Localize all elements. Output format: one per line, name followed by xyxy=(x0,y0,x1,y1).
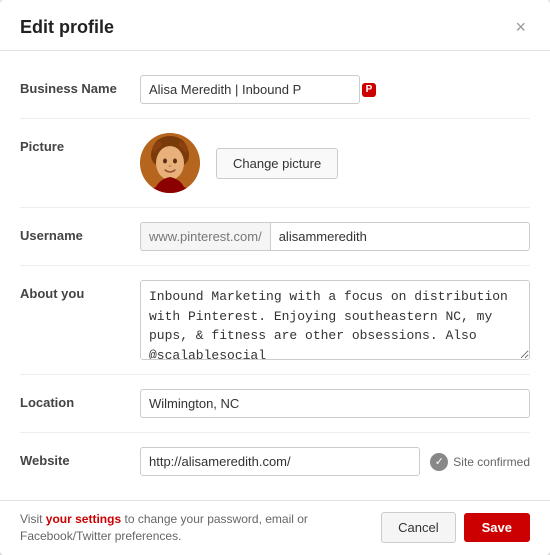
location-input[interactable] xyxy=(140,389,530,418)
site-confirmed: ✓ Site confirmed xyxy=(430,453,530,471)
website-wrap: ✓ Site confirmed xyxy=(140,447,530,476)
username-prefix: www.pinterest.com/ xyxy=(140,222,270,251)
picture-wrap: Change picture xyxy=(140,133,338,193)
modal-footer: Visit your settings to change your passw… xyxy=(0,500,550,555)
website-label: Website xyxy=(20,447,140,468)
business-name-input[interactable] xyxy=(140,75,360,104)
change-picture-button[interactable]: Change picture xyxy=(216,148,338,179)
username-input[interactable] xyxy=(270,222,530,251)
modal-header: Edit profile × xyxy=(0,0,550,51)
footer-actions: Cancel Save xyxy=(381,512,530,543)
business-name-input-wrap: P xyxy=(140,75,376,104)
about-you-label: About you xyxy=(20,280,140,301)
website-input[interactable] xyxy=(140,447,420,476)
save-button[interactable]: Save xyxy=(464,513,530,542)
username-row: Username www.pinterest.com/ xyxy=(20,208,530,266)
website-row: Website ✓ Site confirmed xyxy=(20,433,530,490)
modal-title: Edit profile xyxy=(20,17,114,38)
website-control: ✓ Site confirmed xyxy=(140,447,530,476)
site-confirmed-text: Site confirmed xyxy=(453,455,530,469)
business-name-label: Business Name xyxy=(20,75,140,96)
about-you-textarea[interactable] xyxy=(140,280,530,360)
avatar xyxy=(140,133,200,193)
location-label: Location xyxy=(20,389,140,410)
edit-profile-modal: Edit profile × Business Name P Picture xyxy=(0,0,550,555)
picture-label: Picture xyxy=(20,133,140,154)
username-wrap: www.pinterest.com/ xyxy=(140,222,530,251)
username-label: Username xyxy=(20,222,140,243)
location-row: Location xyxy=(20,375,530,433)
footer-note: Visit your settings to change your passw… xyxy=(20,511,340,545)
username-control: www.pinterest.com/ xyxy=(140,222,530,251)
check-icon: ✓ xyxy=(430,453,448,471)
footer-note-prefix: Visit xyxy=(20,512,46,526)
business-name-row: Business Name P xyxy=(20,61,530,119)
picture-row: Picture xyxy=(20,119,530,208)
business-name-control: P xyxy=(140,75,530,104)
avatar-image xyxy=(140,133,200,193)
close-button[interactable]: × xyxy=(511,16,530,38)
pinterest-p-icon: P xyxy=(362,83,376,97)
about-you-row: About you xyxy=(20,266,530,375)
footer-settings-link[interactable]: your settings xyxy=(46,512,121,526)
about-you-control xyxy=(140,280,530,360)
cancel-button[interactable]: Cancel xyxy=(381,512,455,543)
picture-control: Change picture xyxy=(140,133,530,193)
modal-body: Business Name P Picture xyxy=(0,51,550,500)
location-control xyxy=(140,389,530,418)
